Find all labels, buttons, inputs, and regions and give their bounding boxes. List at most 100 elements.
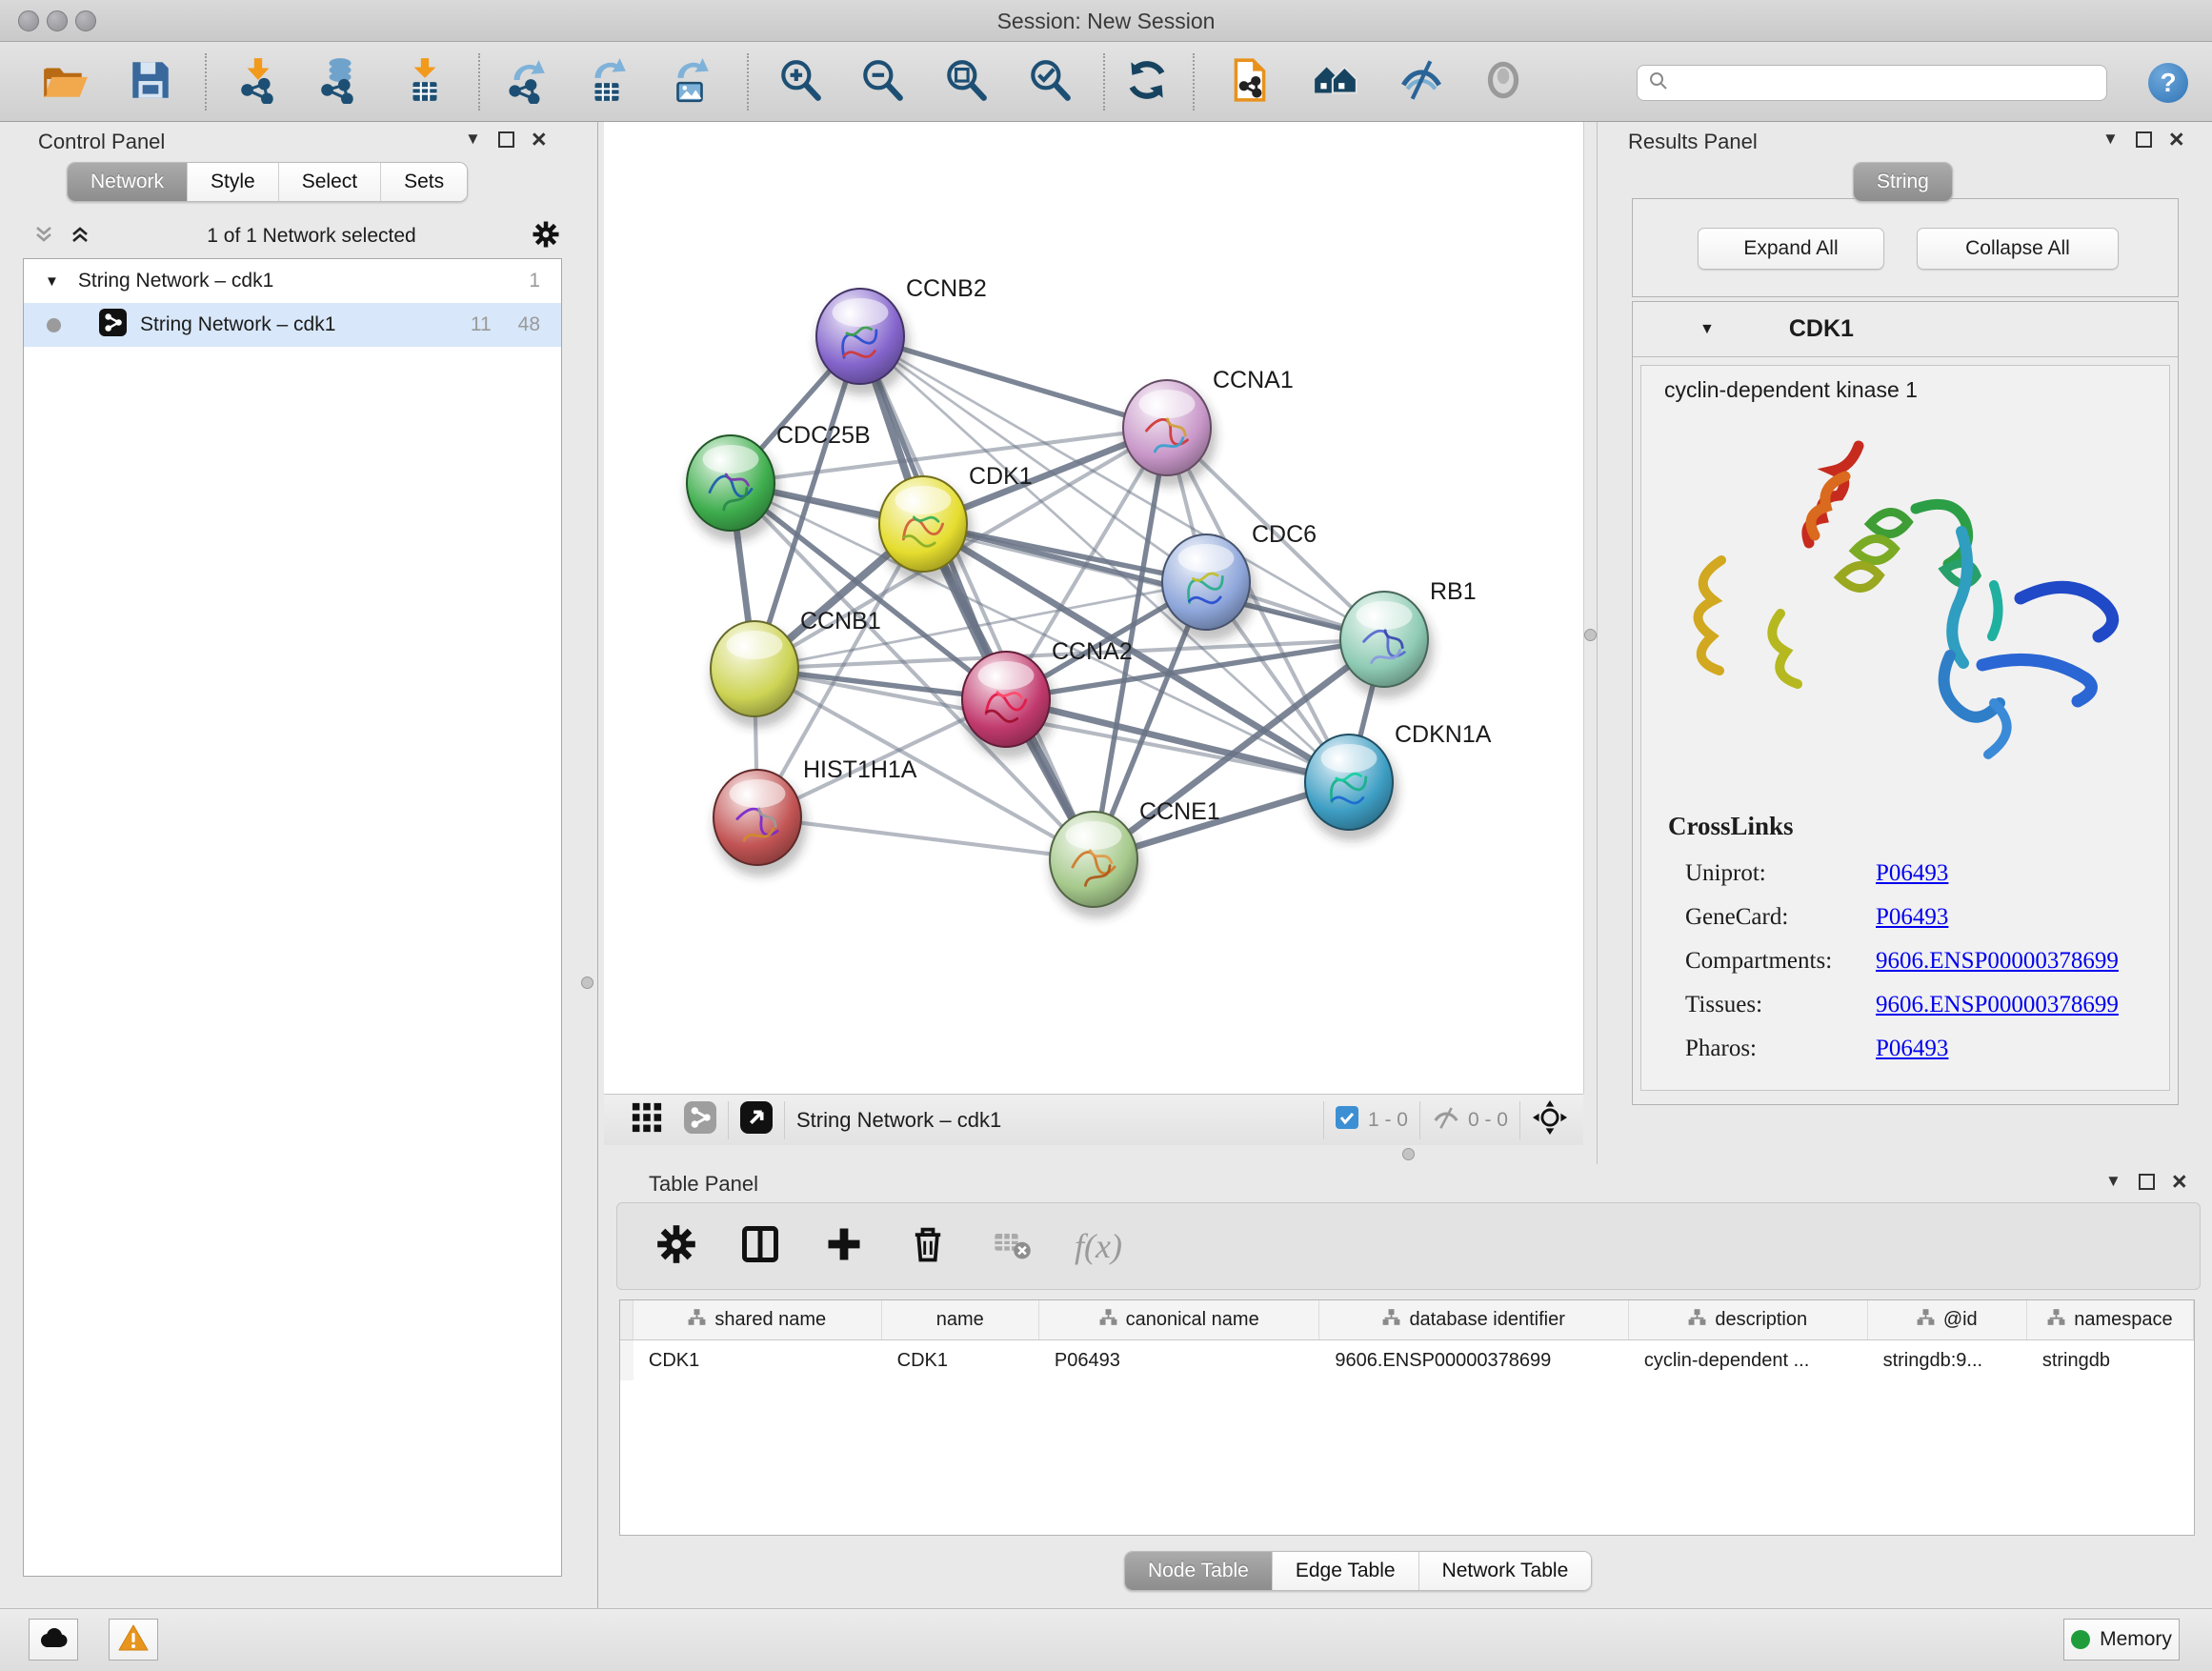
network-node-CCNB2[interactable]: CCNB2	[816, 275, 987, 395]
delete-column-icon[interactable]	[907, 1223, 949, 1270]
warnings-button[interactable]	[109, 1619, 158, 1661]
collapse-panel-icon[interactable]: ▼	[465, 130, 481, 149]
crosslink-row: Uniprot:P06493	[1685, 852, 2119, 896]
collapse-all-tree-icon[interactable]	[69, 223, 91, 251]
crosslink-value-link[interactable]: P06493	[1876, 1036, 1948, 1061]
column-header-name[interactable]: name	[882, 1300, 1039, 1339]
tab-select[interactable]: Select	[279, 163, 381, 201]
expand-all-tree-icon[interactable]	[32, 223, 55, 251]
column-header-canonical-name[interactable]: canonical name	[1039, 1300, 1320, 1339]
gene-header-row[interactable]: ▼ CDK1	[1633, 302, 2178, 357]
expand-all-button[interactable]: Expand All	[1698, 228, 1884, 270]
import-table-file-button[interactable]	[398, 55, 452, 109]
table-cell[interactable]: CDK1	[633, 1340, 882, 1380]
toolbar-separator	[747, 53, 749, 111]
table-cell[interactable]: P06493	[1039, 1340, 1320, 1380]
first-neighbors-button[interactable]	[1223, 55, 1277, 109]
birdseye-toggle-button[interactable]	[1477, 55, 1530, 109]
network-collection-row[interactable]: ▼ String Network – cdk1 1	[24, 259, 561, 303]
right-splitter-handle[interactable]	[1584, 629, 1597, 641]
detach-view-icon[interactable]	[740, 1101, 773, 1138]
network-canvas[interactable]: CCNB2CCNA1CDC25BCDK1CDC6RB1CCNB1CCNA2CDK…	[604, 122, 1583, 1094]
network-node-CDC6[interactable]: CDC6	[1162, 521, 1317, 641]
crosslink-value-link[interactable]: P06493	[1876, 860, 1948, 886]
export-image-button[interactable]	[663, 55, 716, 109]
zoom-in-button[interactable]	[774, 55, 827, 109]
cloud-status-button[interactable]	[29, 1619, 78, 1661]
save-session-button[interactable]	[124, 55, 177, 109]
network-node-HIST1H1A[interactable]: HIST1H1A	[714, 756, 917, 876]
export-table-button[interactable]	[580, 55, 633, 109]
zoom-fit-button[interactable]	[939, 55, 993, 109]
grid-view-icon[interactable]	[631, 1101, 663, 1138]
collapse-entry-icon[interactable]: ▼	[1699, 321, 1715, 338]
left-splitter-handle[interactable]	[581, 976, 593, 989]
close-panel-icon[interactable]: ×	[2172, 1174, 2187, 1190]
open-session-button[interactable]	[38, 55, 91, 109]
crosslink-value-link[interactable]: P06493	[1876, 904, 1948, 930]
import-network-database-button[interactable]	[312, 55, 365, 109]
float-panel-icon[interactable]	[2136, 131, 2152, 148]
crosslink-value-link[interactable]: 9606.ENSP00000378699	[1876, 992, 2119, 1017]
crosslink-value-link[interactable]: 9606.ENSP00000378699	[1876, 948, 2119, 974]
close-panel-icon[interactable]: ×	[2169, 131, 2184, 148]
table-cell[interactable]: CDK1	[882, 1340, 1039, 1380]
add-column-icon[interactable]	[823, 1223, 865, 1270]
network-node-CDK1[interactable]: CDK1	[879, 463, 1033, 583]
network-node-CCNB1[interactable]: CCNB1	[711, 608, 881, 728]
canvas-right-splitter[interactable]	[1583, 122, 1597, 1094]
network-row-selected[interactable]: String Network – cdk1 11 48	[24, 303, 561, 347]
network-edge[interactable]	[757, 817, 1094, 859]
memory-status-dot-icon	[2071, 1630, 2090, 1649]
collapse-panel-icon[interactable]: ▼	[2105, 1172, 2122, 1191]
network-node-CDKN1A[interactable]: CDKN1A	[1305, 721, 1492, 841]
tab-network[interactable]: Network	[68, 163, 188, 201]
float-panel-icon[interactable]	[498, 131, 514, 148]
import-network-file-button[interactable]	[231, 55, 285, 109]
table-cell[interactable]: stringdb	[2027, 1340, 2194, 1380]
zoom-selected-button[interactable]	[1023, 55, 1076, 109]
column-header--id[interactable]: @id	[1868, 1300, 2027, 1339]
column-type-icon	[1688, 1308, 1706, 1332]
show-all-views-button[interactable]	[1309, 55, 1362, 109]
zoom-out-button[interactable]	[855, 55, 909, 109]
network-options-gear-icon[interactable]	[532, 220, 560, 253]
crosslink-row: GeneCard:P06493	[1685, 896, 2119, 939]
collapse-panel-icon[interactable]: ▼	[2102, 130, 2119, 149]
tree-expander-icon[interactable]: ▼	[45, 273, 59, 290]
help-button[interactable]: ?	[2148, 63, 2188, 103]
table-cell[interactable]: stringdb:9...	[1868, 1340, 2027, 1380]
search-input[interactable]	[1670, 71, 2089, 95]
network-node-CDC25B[interactable]: CDC25B	[687, 422, 871, 542]
apply-layout-button[interactable]	[1120, 55, 1174, 109]
search-icon	[1647, 70, 1670, 97]
tab-string[interactable]: String	[1854, 163, 1952, 201]
tab-network-table[interactable]: Network Table	[1419, 1552, 1592, 1590]
export-network-button[interactable]	[499, 55, 553, 109]
network-node-CCNE1[interactable]: CCNE1	[1050, 798, 1220, 918]
column-header-shared-name[interactable]: shared name	[633, 1300, 882, 1339]
tab-style[interactable]: Style	[188, 163, 279, 201]
column-header-database-identifier[interactable]: database identifier	[1319, 1300, 1628, 1339]
network-node-RB1[interactable]: RB1	[1340, 578, 1477, 698]
tab-edge-table[interactable]: Edge Table	[1273, 1552, 1419, 1590]
table-settings-gear-icon[interactable]	[655, 1223, 697, 1270]
column-header-description[interactable]: description	[1629, 1300, 1868, 1339]
float-panel-icon[interactable]	[2139, 1174, 2155, 1190]
tab-node-table[interactable]: Node Table	[1125, 1552, 1273, 1590]
crosshair-icon[interactable]	[1532, 1099, 1568, 1140]
close-panel-icon[interactable]: ×	[532, 131, 547, 148]
table-row[interactable]: CDK1CDK1P064939606.ENSP00000378699cyclin…	[620, 1340, 2194, 1380]
tab-sets[interactable]: Sets	[381, 163, 467, 201]
eye-slash-icon	[1398, 56, 1445, 109]
memory-button[interactable]: Memory	[2063, 1619, 2180, 1661]
horizontal-splitter-handle[interactable]	[1402, 1148, 1415, 1160]
graphics-details-button[interactable]	[1395, 55, 1448, 109]
view-share-icon[interactable]	[684, 1101, 716, 1138]
table-cell[interactable]: cyclin-dependent ...	[1629, 1340, 1868, 1380]
collapse-all-button[interactable]: Collapse All	[1917, 228, 2119, 270]
show-columns-icon[interactable]	[739, 1223, 781, 1270]
toolbar-separator	[1193, 53, 1195, 111]
table-cell[interactable]: 9606.ENSP00000378699	[1319, 1340, 1628, 1380]
column-header-namespace[interactable]: namespace	[2027, 1300, 2194, 1339]
